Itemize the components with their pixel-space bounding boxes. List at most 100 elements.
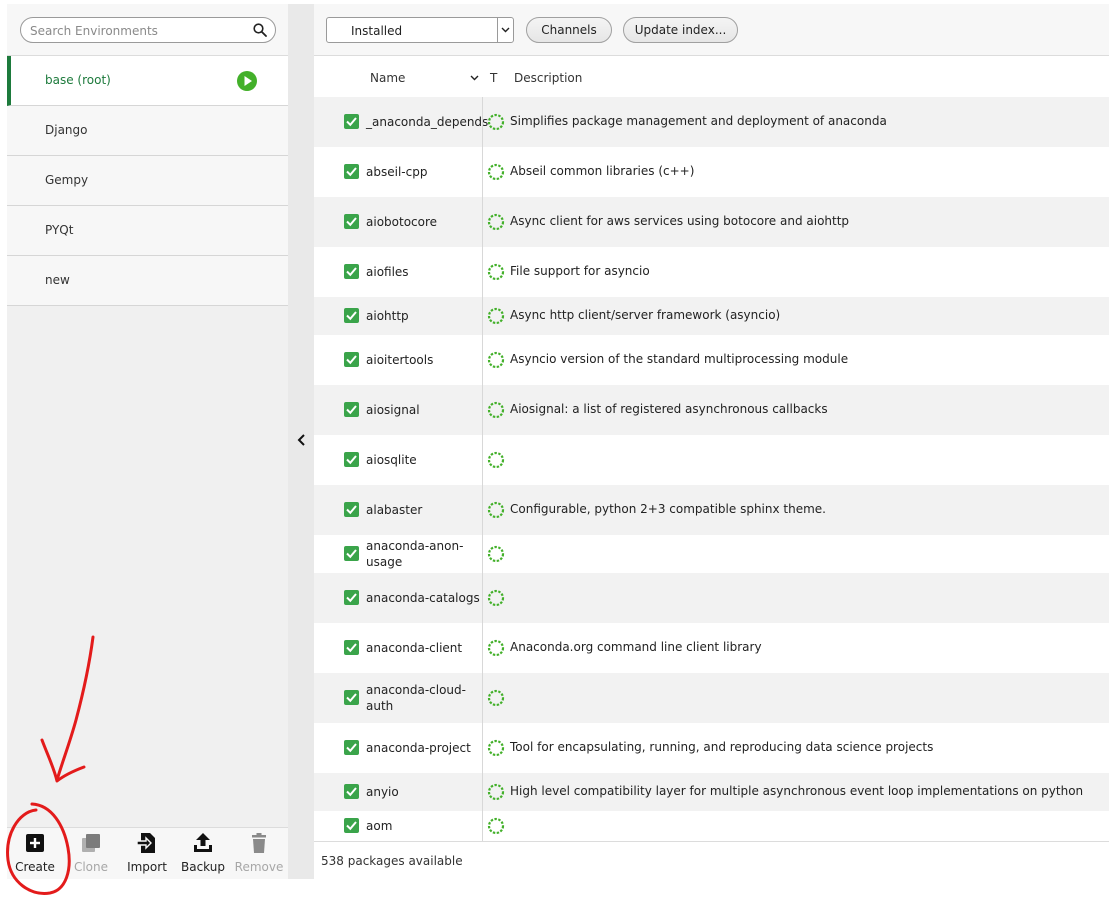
environment-item[interactable]: Gempy — [7, 156, 288, 206]
package-row[interactable]: anaconda-cloud-auth — [314, 673, 1109, 723]
import-button[interactable]: Import — [119, 832, 175, 878]
package-row[interactable]: anaconda-catalogs — [314, 573, 1109, 623]
chevron-left-icon[interactable] — [295, 432, 307, 448]
sort-chevron-icon[interactable] — [470, 75, 479, 81]
import-icon — [136, 833, 155, 853]
name-column-header[interactable]: Name — [370, 71, 405, 85]
search-box[interactable] — [20, 17, 276, 43]
description-column-header[interactable]: Description — [514, 71, 582, 85]
installed-checkbox[interactable] — [344, 452, 359, 467]
installed-checkbox[interactable] — [344, 784, 359, 799]
environments-panel: base (root) Django Gempy PYQt new Create Clo… — [7, 4, 288, 879]
package-row[interactable]: aiohttp Async http client/server framewor… — [314, 297, 1109, 335]
package-row[interactable]: aiosignal Aiosignal: a list of registered… — [314, 385, 1109, 435]
environment-item[interactable]: PYQt — [7, 206, 288, 256]
environment-label: Gempy — [45, 173, 89, 187]
package-row[interactable]: aiobotocore Async client for aws services… — [314, 197, 1109, 247]
package-description: Anaconda.org command line client library — [510, 640, 762, 654]
installed-checkbox[interactable] — [344, 690, 359, 705]
package-name: anyio — [366, 785, 399, 799]
package-row[interactable]: anaconda-anon-usage — [314, 535, 1109, 573]
installed-checkbox[interactable] — [344, 402, 359, 417]
environment-item[interactable]: Django — [7, 106, 288, 156]
installed-checkbox[interactable] — [344, 818, 359, 833]
dropdown-arrow[interactable] — [497, 18, 513, 42]
environment-actions: Create Clone Import Backup Remove — [7, 827, 288, 879]
installed-checkbox[interactable] — [344, 590, 359, 605]
search-input[interactable] — [30, 22, 245, 40]
package-filter-value: Installed — [351, 24, 403, 38]
clone-label: Clone — [73, 860, 109, 874]
package-row[interactable]: alabaster Configurable, python 2+3 compat… — [314, 485, 1109, 535]
environment-label: base (root) — [45, 73, 111, 87]
environment-list: base (root) Django Gempy PYQt new — [7, 56, 288, 306]
package-table: _anaconda_depends Simplifies package mana… — [314, 97, 1109, 841]
package-description: Asyncio version of the standard multipro… — [510, 352, 849, 366]
installed-checkbox[interactable] — [344, 308, 359, 323]
package-type-icon — [487, 307, 505, 325]
environment-label: new — [45, 273, 70, 287]
copy-icon — [82, 834, 100, 852]
update-index-button[interactable]: Update index... — [623, 17, 738, 43]
create-button[interactable]: Create — [7, 832, 63, 878]
installed-checkbox[interactable] — [344, 164, 359, 179]
package-type-icon — [487, 263, 505, 281]
plus-square-icon — [26, 834, 44, 852]
installed-checkbox[interactable] — [344, 546, 359, 561]
table-header: Name T Description — [314, 57, 1109, 97]
channels-button[interactable]: Channels — [526, 17, 612, 43]
environment-item[interactable]: new — [7, 256, 288, 306]
package-row[interactable]: anyio High level compatibility layer for … — [314, 773, 1109, 811]
package-name: aiobotocore — [366, 215, 438, 229]
upload-icon — [194, 833, 212, 852]
create-label: Create — [15, 860, 55, 874]
package-type-icon — [487, 589, 505, 607]
package-type-icon — [487, 783, 505, 801]
package-type-icon — [487, 739, 505, 757]
search-icon[interactable] — [253, 23, 267, 37]
package-name: aiofiles — [366, 265, 409, 279]
installed-checkbox[interactable] — [344, 114, 359, 129]
package-name: anaconda-client — [366, 641, 463, 655]
package-name: abseil-cpp — [366, 165, 428, 179]
package-row[interactable]: _anaconda_depends Simplifies package mana… — [314, 97, 1109, 147]
package-name: alabaster — [366, 503, 423, 517]
package-description: Async client for aws services using boto… — [510, 214, 850, 228]
type-column-header[interactable]: T — [490, 71, 497, 85]
package-row[interactable]: abseil-cpp Abseil common libraries (c++) — [314, 147, 1109, 197]
column-divider — [482, 97, 483, 841]
chevron-down-icon — [501, 27, 510, 33]
import-label: Import — [127, 860, 167, 874]
installed-checkbox[interactable] — [344, 640, 359, 655]
package-row[interactable]: aiofiles File support for asyncio — [314, 247, 1109, 297]
package-row[interactable]: anaconda-client Anaconda.org command line… — [314, 623, 1109, 673]
trash-icon — [252, 833, 266, 853]
remove-button[interactable]: Remove — [231, 832, 287, 878]
play-icon[interactable] — [237, 71, 257, 91]
backup-button[interactable]: Backup — [175, 832, 231, 878]
package-row[interactable]: anaconda-project Tool for encapsulating, … — [314, 723, 1109, 773]
package-row[interactable]: aom — [314, 811, 1109, 841]
installed-checkbox[interactable] — [344, 264, 359, 279]
installed-checkbox[interactable] — [344, 214, 359, 229]
package-name: anaconda-catalogs — [366, 591, 480, 605]
package-type-icon — [487, 639, 505, 657]
package-name: _anaconda_depends — [366, 115, 489, 129]
package-row[interactable]: aiosqlite — [314, 435, 1109, 485]
environment-item[interactable]: base (root) — [7, 56, 288, 106]
package-name: anaconda-anon-usage — [366, 539, 464, 569]
package-row[interactable]: aioitertools Asyncio version of the stand… — [314, 335, 1109, 385]
package-description: Configurable, python 2+3 compatible sphi… — [510, 502, 826, 516]
panel-divider — [288, 4, 314, 879]
package-description: File support for asyncio — [510, 264, 650, 278]
package-type-icon — [487, 501, 505, 519]
package-filter-select[interactable]: Installed — [326, 17, 514, 43]
installed-checkbox[interactable] — [344, 740, 359, 755]
installed-checkbox[interactable] — [344, 502, 359, 517]
package-name: aiosignal — [366, 403, 420, 417]
package-name: aiosqlite — [366, 453, 417, 467]
installed-checkbox[interactable] — [344, 352, 359, 367]
environment-label: Django — [45, 123, 88, 137]
package-description: Tool for encapsulating, running, and rep… — [510, 740, 934, 754]
clone-button[interactable]: Clone — [63, 832, 119, 878]
